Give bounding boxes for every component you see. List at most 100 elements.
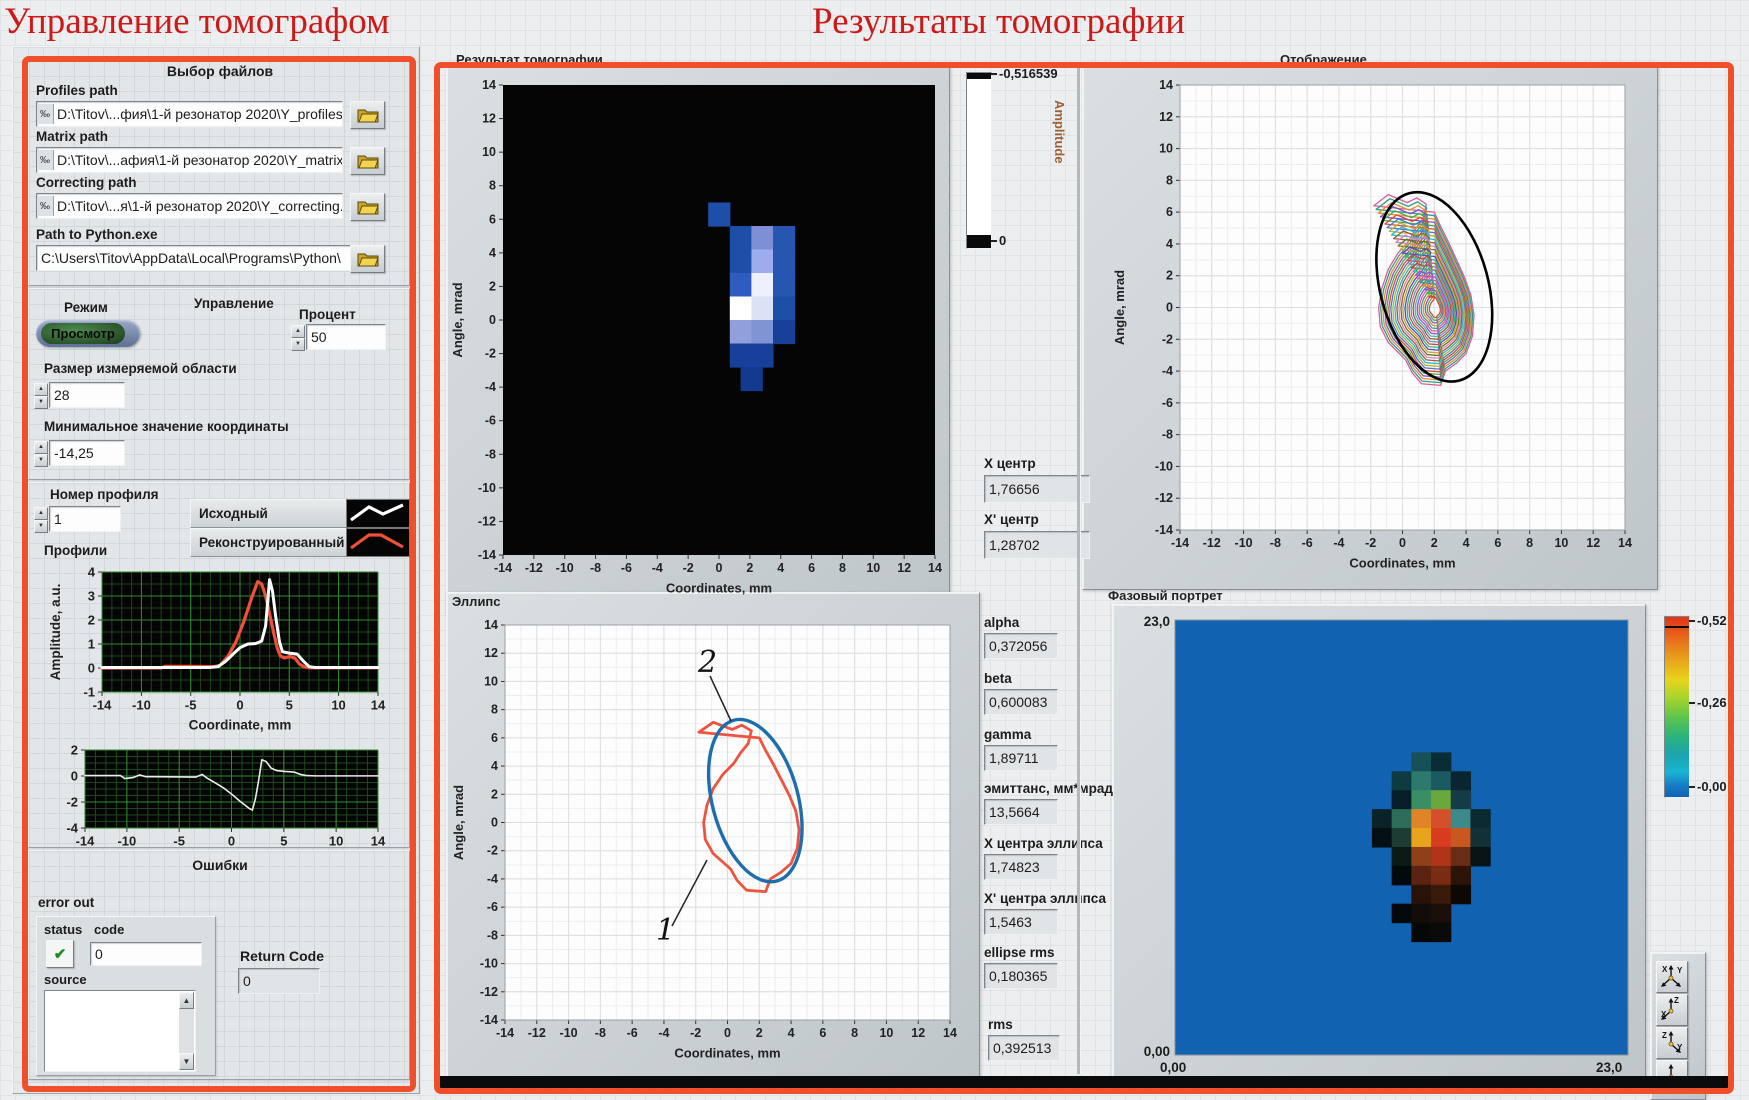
svg-text:-4: -4: [485, 380, 496, 394]
svg-text:5: 5: [286, 698, 293, 713]
svg-text:-10: -10: [1155, 459, 1173, 473]
svg-text:14: 14: [1618, 536, 1632, 550]
svg-text:-14: -14: [478, 548, 496, 562]
svg-text:0: 0: [88, 661, 95, 676]
svg-text:-2: -2: [1365, 536, 1376, 550]
svg-text:10: 10: [484, 674, 498, 688]
svg-text:12: 12: [1586, 536, 1600, 550]
svg-text:0: 0: [71, 769, 78, 784]
svg-text:12: 12: [482, 112, 496, 126]
plots-layer: -14-10-505101443210-1Coordinate, mmAmpli…: [0, 0, 1749, 1100]
svg-text:2: 2: [1431, 536, 1438, 550]
svg-text:12: 12: [911, 1026, 925, 1040]
svg-text:-14: -14: [496, 1026, 514, 1040]
svg-text:4: 4: [88, 565, 96, 580]
svg-text:-10: -10: [560, 1026, 578, 1040]
svg-text:-8: -8: [1162, 428, 1173, 442]
svg-text:-2: -2: [683, 561, 694, 575]
svg-text:-6: -6: [627, 1026, 638, 1040]
svg-text:-6: -6: [487, 900, 498, 914]
svg-text:-10: -10: [478, 481, 496, 495]
app-window: Управление томографом Результаты томогра…: [0, 0, 1749, 1100]
svg-text:-12: -12: [478, 514, 496, 528]
svg-text:8: 8: [851, 1026, 858, 1040]
svg-text:0: 0: [489, 313, 496, 327]
svg-text:2: 2: [88, 613, 95, 628]
svg-text:-10: -10: [132, 698, 151, 713]
svg-text:10: 10: [1554, 536, 1568, 550]
svg-text:6: 6: [489, 212, 496, 226]
svg-text:6: 6: [491, 731, 498, 745]
svg-text:-6: -6: [1162, 396, 1173, 410]
svg-text:-14: -14: [1155, 523, 1173, 537]
svg-text:0: 0: [724, 1026, 731, 1040]
svg-text:1: 1: [88, 637, 95, 652]
mapping-graph: -14-12-10-8-6-4-20246810121414121086420-…: [1084, 66, 1654, 588]
svg-text:10: 10: [879, 1026, 893, 1040]
svg-text:10: 10: [331, 698, 345, 713]
svg-text:8: 8: [1166, 173, 1173, 187]
svg-text:-2: -2: [66, 795, 78, 810]
svg-text:-14: -14: [480, 1013, 498, 1027]
svg-text:1: 1: [656, 913, 675, 948]
svg-text:2: 2: [491, 787, 498, 801]
svg-text:-1: -1: [83, 685, 95, 700]
svg-text:-2: -2: [690, 1026, 701, 1040]
svg-text:-4: -4: [487, 872, 498, 886]
svg-text:-10: -10: [556, 561, 574, 575]
svg-text:4: 4: [1463, 536, 1470, 550]
svg-text:-10: -10: [480, 957, 498, 971]
svg-text:-14: -14: [494, 561, 512, 575]
window-bottom-bar: [440, 1076, 1728, 1089]
svg-text:14: 14: [484, 618, 498, 632]
svg-text:-4: -4: [1333, 536, 1344, 550]
svg-text:-5: -5: [173, 834, 185, 849]
svg-text:Angle, mrad: Angle, mrad: [1112, 270, 1127, 345]
svg-text:4: 4: [1166, 237, 1173, 251]
svg-text:8: 8: [491, 703, 498, 717]
svg-text:8: 8: [1526, 536, 1533, 550]
svg-text:-2: -2: [485, 347, 496, 361]
svg-text:-8: -8: [487, 928, 498, 942]
svg-text:-8: -8: [595, 1026, 606, 1040]
phase-portrait-graph: [1114, 606, 1642, 1078]
svg-text:Coordinates, mm: Coordinates, mm: [674, 1046, 780, 1061]
svg-text:0: 0: [1399, 536, 1406, 550]
svg-text:-8: -8: [590, 561, 601, 575]
svg-text:14: 14: [1159, 78, 1173, 92]
svg-text:-6: -6: [485, 414, 496, 428]
svg-text:0: 0: [716, 561, 723, 575]
svg-text:2: 2: [697, 645, 717, 680]
residual-graph: -14-10-505101420-2-4: [30, 738, 382, 854]
svg-text:-8: -8: [485, 447, 496, 461]
svg-text:-12: -12: [528, 1026, 546, 1040]
svg-text:6: 6: [819, 1026, 826, 1040]
svg-text:4: 4: [777, 561, 784, 575]
svg-text:-12: -12: [480, 985, 498, 999]
svg-text:-4: -4: [66, 821, 78, 836]
svg-text:10: 10: [866, 561, 880, 575]
profiles-graph: -14-10-505101443210-1Coordinate, mmAmpli…: [30, 556, 382, 732]
svg-text:-10: -10: [1235, 536, 1253, 550]
svg-text:12: 12: [484, 646, 498, 660]
svg-text:8: 8: [489, 179, 496, 193]
svg-text:12: 12: [1159, 110, 1173, 124]
svg-text:-12: -12: [1155, 491, 1173, 505]
svg-text:2: 2: [489, 279, 496, 293]
svg-text:Coordinate, mm: Coordinate, mm: [189, 718, 292, 733]
panel-divider: [1077, 66, 1081, 1074]
svg-text:-5: -5: [185, 698, 197, 713]
svg-text:-14: -14: [1171, 536, 1189, 550]
svg-text:4: 4: [788, 1026, 795, 1040]
svg-text:0: 0: [236, 698, 243, 713]
svg-text:8: 8: [839, 561, 846, 575]
svg-text:Amplitude, a.u.: Amplitude, a.u.: [48, 584, 63, 681]
svg-text:-4: -4: [658, 1026, 669, 1040]
svg-text:-4: -4: [1162, 364, 1173, 378]
svg-text:14: 14: [371, 834, 386, 849]
svg-text:-8: -8: [1270, 536, 1281, 550]
svg-text:14: 14: [928, 561, 942, 575]
svg-text:6: 6: [808, 561, 815, 575]
svg-text:-4: -4: [652, 561, 663, 575]
svg-text:-2: -2: [487, 844, 498, 858]
